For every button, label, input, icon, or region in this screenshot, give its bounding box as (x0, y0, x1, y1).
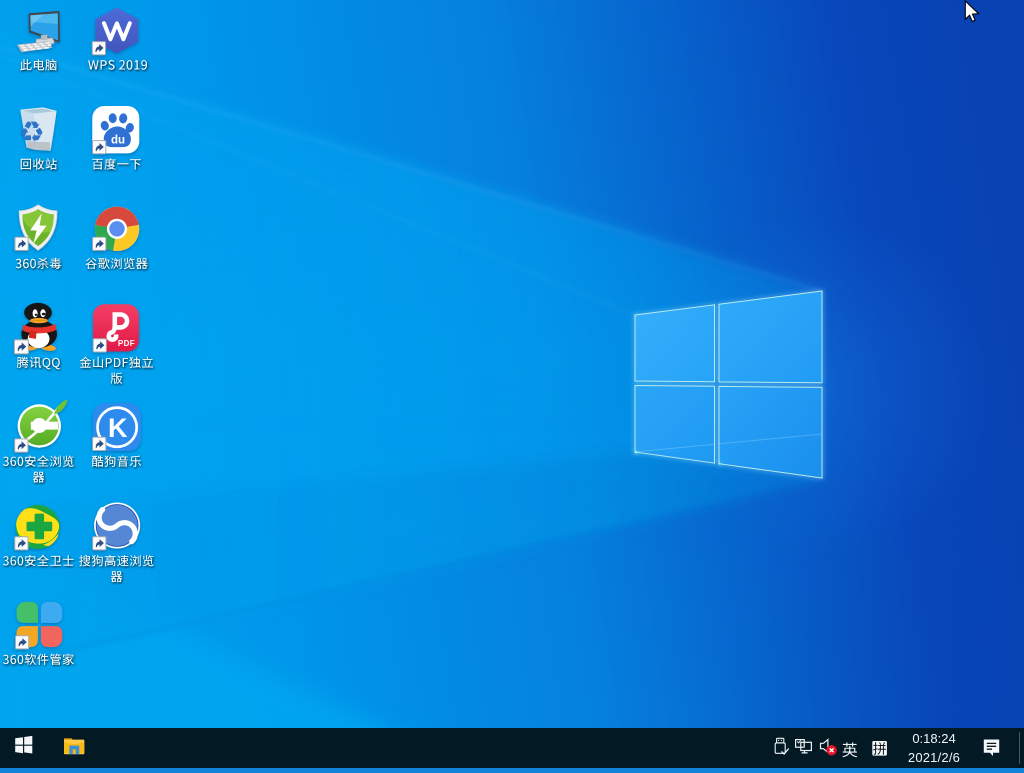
svg-text:K: K (108, 413, 128, 443)
svg-text:du: du (111, 135, 125, 147)
svg-text:PDF: PDF (118, 339, 135, 348)
